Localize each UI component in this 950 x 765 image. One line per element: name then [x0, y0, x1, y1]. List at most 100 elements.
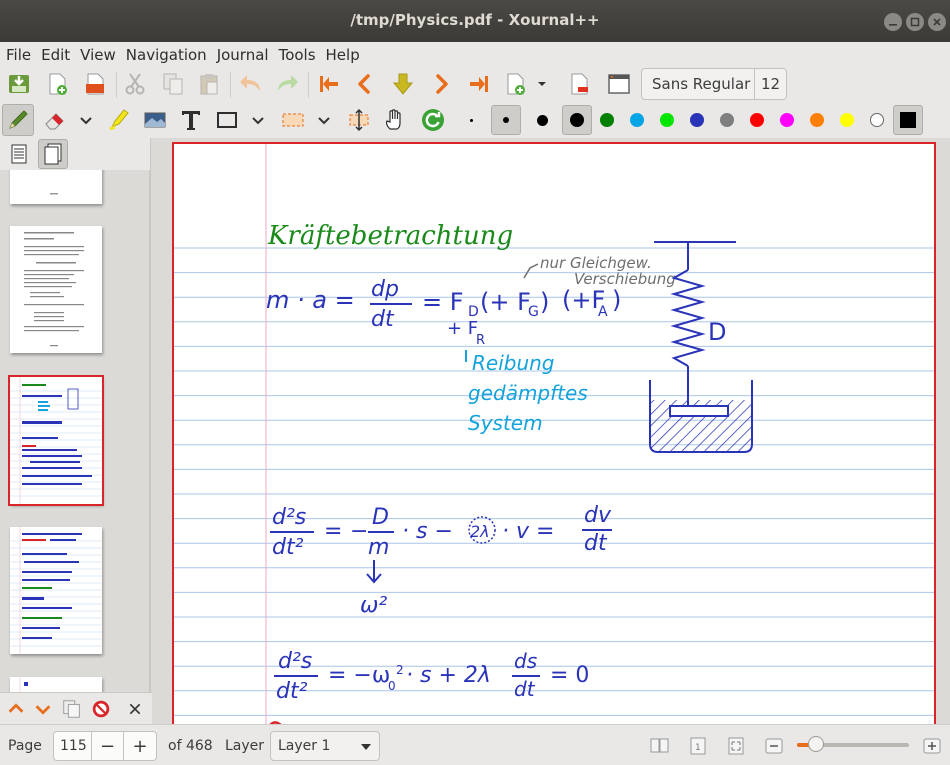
color-blue-button[interactable]	[682, 105, 712, 135]
zoom-slider-handle[interactable]	[808, 736, 825, 752]
insert-page-dropdown[interactable]	[534, 69, 550, 99]
pen-size-fine[interactable]	[456, 105, 486, 135]
close-sidebar-button[interactable]	[123, 697, 147, 721]
thumbnail-preview	[50, 193, 58, 195]
insert-page-button[interactable]	[500, 69, 530, 99]
copy-button[interactable]	[158, 69, 188, 99]
duplicate-page-button[interactable]	[60, 697, 84, 721]
close-window-button[interactable]	[928, 13, 946, 31]
fullscreen-button[interactable]	[604, 69, 634, 99]
redo-button[interactable]	[272, 69, 302, 99]
pen-size-medium[interactable]	[491, 105, 521, 135]
color-orange-button[interactable]	[802, 105, 832, 135]
menu-navigation[interactable]: Navigation	[126, 46, 207, 64]
eq-dp: dp	[371, 277, 399, 302]
shape-tool-button[interactable]	[212, 105, 242, 135]
font-selector[interactable]: Sans Regular 12	[641, 68, 787, 100]
delete-page-button[interactable]	[564, 69, 594, 99]
page-decrement-button[interactable]: −	[92, 732, 124, 760]
page-thumbnails	[0, 170, 150, 692]
cut-button[interactable]	[120, 69, 150, 99]
move-page-up-button[interactable]	[4, 697, 28, 721]
hand-tool-button[interactable]	[380, 105, 410, 135]
hand-icon	[386, 109, 401, 130]
zoom-in-icon[interactable]	[922, 737, 942, 755]
menu-tools[interactable]: Tools	[279, 46, 316, 64]
color-gray-button[interactable]	[712, 105, 742, 135]
main-toolbar: Sans Regular 12	[0, 68, 950, 102]
last-page-button[interactable]	[464, 69, 494, 99]
omega-squared: ω²	[360, 593, 387, 618]
thumbnail-page-115[interactable]	[8, 375, 104, 506]
eraser-tool-button[interactable]	[40, 105, 70, 135]
sidebar-pages-button[interactable]	[38, 139, 68, 169]
new-document-button[interactable]	[42, 69, 72, 99]
thumbnail-page-112[interactable]	[10, 170, 102, 204]
delete-page-button-sidebar[interactable]	[89, 697, 113, 721]
pen-size-thick[interactable]	[527, 105, 557, 135]
page-increment-button[interactable]: +	[124, 732, 156, 760]
thumbnail-page-117[interactable]	[10, 677, 102, 692]
highlighter-tool-button[interactable]	[104, 105, 134, 135]
thumbnail-preview	[19, 677, 28, 692]
color-swatch-icon	[900, 112, 916, 128]
zoom-slider[interactable]	[797, 736, 909, 752]
goto-page-button[interactable]	[388, 69, 418, 99]
color-black-button[interactable]	[562, 105, 592, 135]
color-custom-button[interactable]	[893, 105, 923, 135]
layer-label: Layer	[225, 738, 265, 754]
color-yellow-button[interactable]	[832, 105, 862, 135]
menu-help[interactable]: Help	[326, 46, 360, 64]
svg-text:): )	[612, 286, 621, 314]
select-dropdown[interactable]	[314, 105, 334, 135]
next-page-button[interactable]	[426, 69, 456, 99]
pen-tool-button[interactable]	[2, 104, 34, 136]
color-red-button[interactable]	[742, 105, 772, 135]
current-page[interactable]: Kräftebetrachtung m · a = dp dt = F D (+…	[172, 142, 936, 724]
eraser-dropdown[interactable]	[76, 105, 96, 135]
menu-view[interactable]: View	[80, 46, 116, 64]
move-page-down-button[interactable]	[31, 697, 55, 721]
page-spinner: 115 − +	[53, 731, 157, 761]
minimize-icon	[889, 24, 897, 26]
menu-journal[interactable]: Journal	[217, 46, 269, 64]
thumbnail-preview	[10, 377, 102, 504]
vertical-space-button[interactable]	[344, 105, 374, 135]
document-canvas[interactable]: Kräftebetrachtung m · a = dp dt = F D (+…	[152, 138, 950, 724]
color-light-green-button[interactable]	[652, 105, 682, 135]
previous-page-button[interactable]	[350, 69, 380, 99]
refresh-icon	[422, 109, 444, 131]
export-pdf-icon	[86, 73, 104, 95]
text-tool-button[interactable]	[176, 105, 206, 135]
save-button[interactable]	[4, 69, 34, 99]
color-white-button[interactable]	[862, 105, 892, 135]
maximize-button[interactable]	[906, 13, 924, 31]
menu-edit[interactable]: Edit	[41, 46, 70, 64]
color-magenta-button[interactable]	[772, 105, 802, 135]
two-page-view-icon[interactable]	[650, 737, 670, 755]
minimize-button[interactable]	[884, 13, 902, 31]
paste-button[interactable]	[194, 69, 224, 99]
shape-dropdown[interactable]	[248, 105, 268, 135]
layer-select[interactable]: Layer 1	[270, 731, 380, 761]
label-gedaempftes: gedämpftes	[468, 381, 588, 405]
thumbnail-page-113[interactable]	[10, 226, 102, 353]
image-tool-button[interactable]	[140, 105, 170, 135]
color-light-blue-button[interactable]	[622, 105, 652, 135]
svg-text:d²s: d²s	[278, 649, 312, 674]
refresh-button[interactable]	[418, 105, 448, 135]
handwritten-notes: Kräftebetrachtung m · a = dp dt = F D (+…	[174, 144, 934, 724]
zoom-page-icon[interactable]	[726, 737, 746, 755]
export-pdf-button[interactable]	[80, 69, 110, 99]
delete-page-icon	[571, 73, 588, 95]
first-page-button[interactable]	[314, 69, 344, 99]
sidebar-toc-button[interactable]	[4, 139, 34, 169]
zoom-fit-icon[interactable]: 1	[688, 737, 708, 755]
select-rect-button[interactable]	[278, 105, 308, 135]
color-green-button[interactable]	[592, 105, 622, 135]
undo-button[interactable]	[236, 69, 266, 99]
thumbnail-page-116[interactable]	[10, 527, 102, 654]
zoom-out-icon[interactable]	[764, 737, 784, 755]
page-number-input[interactable]: 115	[54, 732, 92, 760]
menu-file[interactable]: File	[6, 46, 31, 64]
